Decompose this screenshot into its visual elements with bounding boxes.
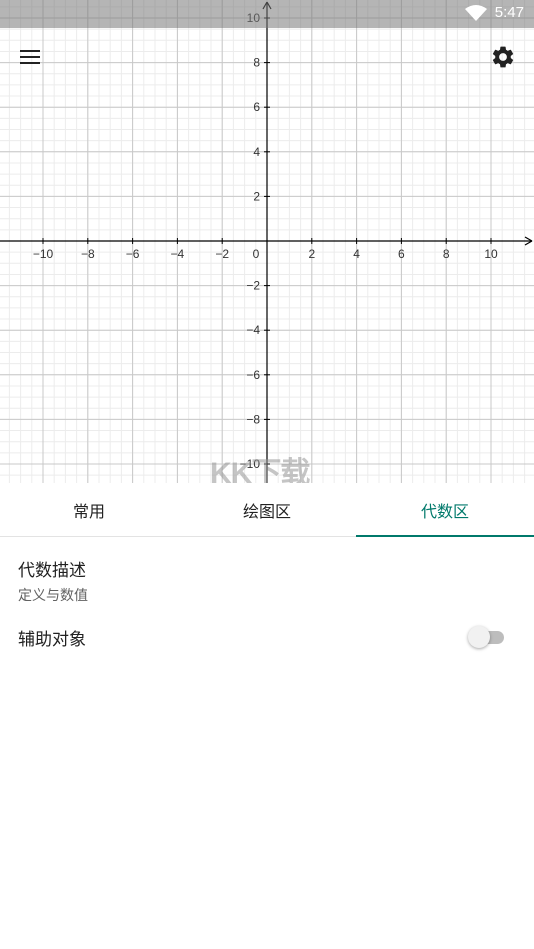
auxiliary-objects-toggle[interactable]	[468, 625, 504, 649]
y-tick-label: 8	[253, 56, 260, 70]
x-tick-label: −2	[215, 247, 229, 261]
x-tick-label: 8	[443, 247, 450, 261]
x-tick-label: 10	[484, 247, 498, 261]
y-tick-label: −4	[246, 323, 260, 337]
status-time: 5:47	[494, 4, 524, 21]
tab-label: 绘图区	[242, 501, 291, 521]
view-tabs: 常用 绘图区 代数区	[0, 483, 534, 537]
x-tick-label: −4	[171, 247, 185, 261]
x-tick-label: 2	[308, 247, 315, 261]
menu-icon	[20, 50, 40, 64]
y-tick-label: 2	[253, 189, 260, 203]
setting-title: 代数描述	[18, 561, 86, 581]
tab-graphics[interactable]: 绘图区	[178, 483, 356, 536]
x-tick-label: 6	[398, 247, 405, 261]
x-tick-label: −10	[33, 247, 54, 261]
menu-button[interactable]	[18, 46, 44, 68]
y-tick-label: 4	[253, 145, 260, 159]
y-tick-label: −8	[246, 412, 260, 426]
x-tick-label: −8	[81, 247, 95, 261]
wifi-icon	[464, 4, 487, 21]
x-tick-label: −6	[126, 247, 140, 261]
tab-label: 常用	[72, 501, 105, 521]
auxiliary-objects-setting: 辅助对象	[18, 625, 534, 650]
tab-basic[interactable]: 常用	[0, 483, 178, 536]
setting-subtitle: 定义与数值	[18, 588, 88, 604]
tab-label: 代数区	[420, 501, 469, 521]
algebra-description-setting[interactable]: 代数描述 定义与数值	[18, 556, 88, 605]
y-tick-label: −10	[240, 457, 261, 471]
y-tick-label: 6	[253, 100, 260, 114]
setting-title: 辅助对象	[18, 630, 86, 650]
coordinate-grid[interactable]: −10−8−6−4−20246810108642−2−4−6−8−10	[0, 0, 534, 483]
y-tick-label: −6	[246, 368, 260, 382]
settings-button[interactable]	[490, 44, 516, 70]
gear-icon	[492, 46, 514, 68]
x-tick-label: 4	[353, 247, 360, 261]
graphics-view[interactable]: −10−8−6−4−20246810108642−2−4−6−8−10	[0, 0, 534, 483]
toggle-thumb	[468, 626, 490, 648]
x-tick-label: 0	[253, 247, 260, 261]
y-tick-label: −2	[246, 279, 260, 293]
status-bar: 5:47	[0, 0, 534, 28]
tab-algebra[interactable]: 代数区	[356, 483, 534, 537]
